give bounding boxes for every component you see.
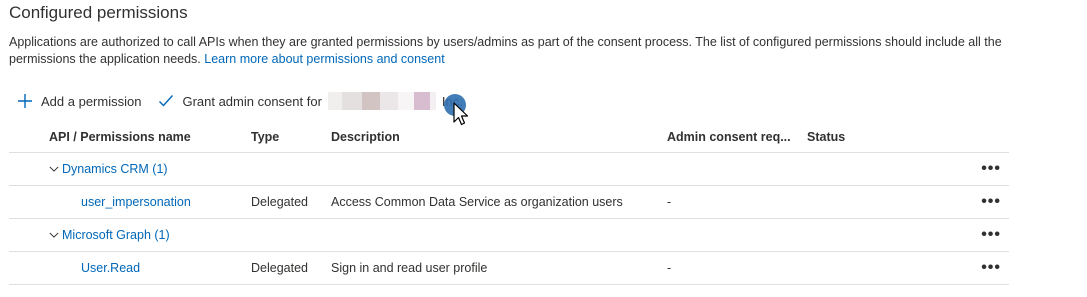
table-row: User.Read Delegated Sign in and read use… bbox=[9, 252, 1009, 285]
permission-type: Delegated bbox=[251, 261, 308, 275]
grant-admin-consent-label: Grant admin consent for bbox=[182, 93, 322, 109]
grant-admin-consent-button[interactable]: Grant admin consent for Inc. bbox=[158, 92, 463, 110]
table-header: API / Permissions name Type Description … bbox=[9, 121, 1009, 153]
description-body: Applications are authorized to call APIs… bbox=[9, 35, 1002, 66]
group-toggle[interactable]: Microsoft Graph (1) bbox=[49, 219, 170, 251]
add-permission-button[interactable]: Add a permission bbox=[17, 93, 141, 109]
learn-more-link[interactable]: Learn more about permissions and consent bbox=[204, 52, 444, 66]
admin-consent-value: - bbox=[667, 195, 672, 209]
more-options-icon[interactable]: ••• bbox=[981, 219, 1001, 251]
chevron-down-icon[interactable] bbox=[49, 163, 59, 175]
plus-icon bbox=[18, 94, 32, 108]
group-name[interactable]: Dynamics CRM (1) bbox=[62, 162, 168, 176]
page-title: Configured permissions bbox=[9, 3, 188, 22]
admin-consent-value: - bbox=[667, 261, 672, 275]
column-header-admin-consent[interactable]: Admin consent req... bbox=[667, 121, 791, 152]
table-row: user_impersonation Delegated Access Comm… bbox=[9, 186, 1009, 219]
group-toggle[interactable]: Dynamics CRM (1) bbox=[49, 153, 168, 185]
add-permission-label: Add a permission bbox=[41, 93, 142, 109]
toolbar: Add a permission Grant admin consent for… bbox=[17, 91, 463, 111]
group-row-microsoft-graph[interactable]: Microsoft Graph (1) ••• bbox=[9, 219, 1009, 252]
redacted-org-name bbox=[327, 92, 436, 110]
permission-description: Access Common Data Service as organizati… bbox=[331, 195, 623, 209]
column-header-type[interactable]: Type bbox=[251, 121, 279, 152]
permission-type: Delegated bbox=[251, 195, 308, 209]
chevron-down-icon[interactable] bbox=[49, 229, 59, 241]
permission-name-link[interactable]: User.Read bbox=[81, 252, 140, 284]
column-header-description[interactable]: Description bbox=[331, 121, 400, 152]
more-options-icon[interactable]: ••• bbox=[981, 252, 1001, 284]
permissions-table: API / Permissions name Type Description … bbox=[9, 121, 1009, 285]
checkmark-icon bbox=[159, 95, 174, 107]
permission-name-link[interactable]: user_impersonation bbox=[81, 186, 191, 218]
description-text: Applications are authorized to call APIs… bbox=[9, 34, 1009, 68]
group-name[interactable]: Microsoft Graph (1) bbox=[62, 228, 170, 242]
more-options-icon[interactable]: ••• bbox=[981, 153, 1001, 185]
column-header-status[interactable]: Status bbox=[807, 121, 845, 152]
more-options-icon[interactable]: ••• bbox=[981, 186, 1001, 218]
group-row-dynamics-crm[interactable]: Dynamics CRM (1) ••• bbox=[9, 153, 1009, 186]
permission-description: Sign in and read user profile bbox=[331, 261, 488, 275]
column-header-name[interactable]: API / Permissions name bbox=[49, 121, 191, 152]
